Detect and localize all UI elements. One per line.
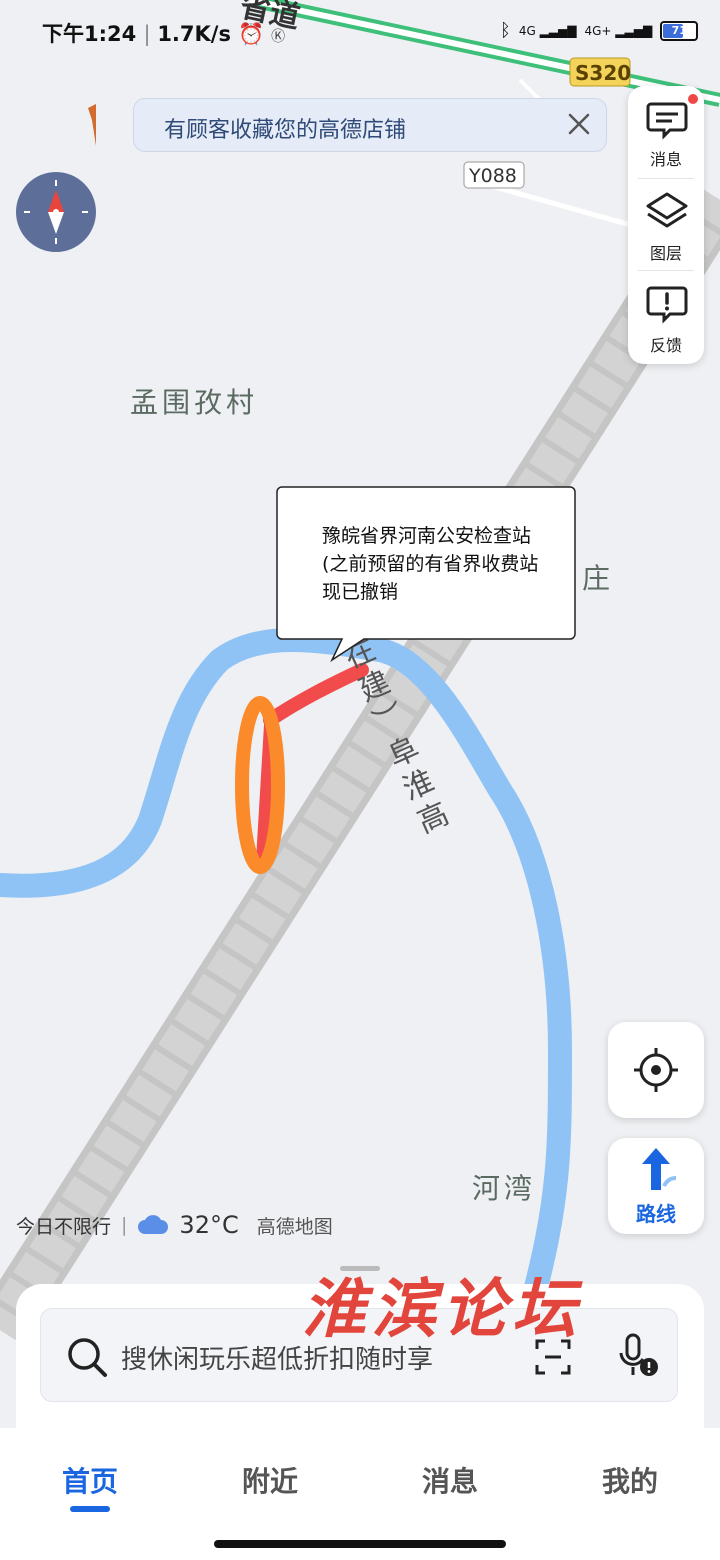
map-label-village-hewan: 河湾 [472,1172,536,1205]
temperature-text[interactable]: 32°C [179,1211,238,1239]
layers-icon [646,192,688,228]
signal-icon-2: 4G+ ▂▃▅▇ [584,23,653,38]
compass-icon [24,180,88,244]
route-button[interactable]: 路线 [608,1138,704,1234]
notification-dot [688,94,698,104]
feedback-icon [646,286,688,324]
message-label: 消息 [649,150,682,169]
cloud-icon [138,1215,169,1234]
info-bar: 今日不限行 | 32°C 高德地图 [16,1208,333,1242]
divider: | [121,1214,128,1236]
map-tools-panel: 消息 图层 反馈 [628,86,704,364]
annotation-callout: 豫皖省界河南公安检查站(之前预留的有省界收费站现已撤销 [276,486,576,663]
message-icon [646,102,688,140]
home-indicator[interactable] [214,1540,506,1548]
forum-watermark: 淮滨论坛 [302,1272,582,1347]
feedback-button[interactable]: 反馈 [628,272,704,362]
map-label-village-zhuang: 庄 [582,562,610,595]
voice-icon[interactable] [619,1331,659,1381]
route-label: 路线 [636,1202,676,1226]
status-speed: 1.7K/s [157,22,231,46]
signal-icon: 4G ▂▃▅▇ [518,23,577,38]
route-arrow-icon [642,1148,676,1190]
tab-home[interactable]: 首页 [0,1460,180,1500]
app-k-icon: Ⓚ [271,29,286,45]
notice-text: 有顾客收藏您的高德店铺 [164,118,407,143]
notice-banner[interactable]: 有顾客收藏您的高德店铺 [133,98,607,152]
locate-button[interactable] [608,1022,704,1118]
status-time: 下午1:24 [42,22,137,46]
close-icon[interactable] [564,109,594,139]
svg-text:Y088: Y088 [468,165,517,187]
map-label-village-menwei: 孟围孜村 [130,386,258,419]
tab-messages[interactable]: 消息 [360,1460,540,1500]
locate-icon [634,1048,678,1092]
tab-mine[interactable]: 我的 [540,1460,720,1500]
restriction-text[interactable]: 今日不限行 [16,1212,111,1239]
search-icon [68,1338,107,1377]
status-bar: 下午1:24 | 1.7K/s ⏰ Ⓚ ᛒ 4G ▂▃▅▇ 4G+ ▂▃▅▇ 7… [0,0,720,68]
bluetooth-icon: ᛒ [500,20,511,41]
compass-button[interactable] [16,172,96,252]
battery-icon: 71 [660,20,699,41]
tab-active-indicator [70,1506,110,1512]
message-button[interactable]: 消息 [628,86,704,176]
layers-label: 图层 [649,244,682,263]
brand-text: 高德地图 [256,1215,333,1238]
callout-text: 豫皖省界河南公安检查站(之前预留的有省界收费站现已撤销 [322,525,539,603]
status-left: 下午1:24 | 1.7K/s ⏰ Ⓚ [42,22,286,46]
tab-nearby[interactable]: 附近 [180,1460,360,1500]
alarm-icon: ⏰ [238,22,272,46]
status-right: ᛒ 4G ▂▃▅▇ 4G+ ▂▃▅▇ 71 [500,20,699,41]
feedback-label: 反馈 [649,336,682,355]
layers-button[interactable]: 图层 [628,180,704,270]
